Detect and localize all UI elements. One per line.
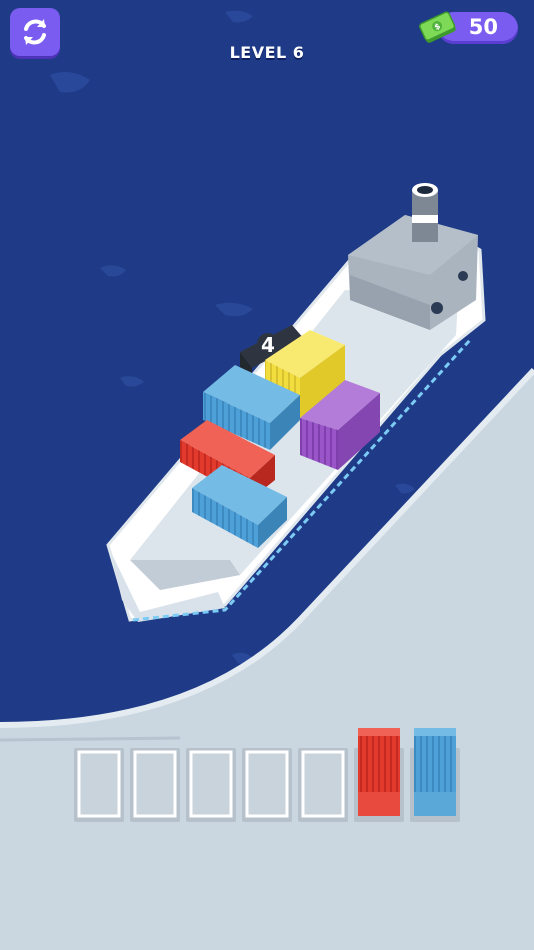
- dock-slot-7[interactable]: [410, 728, 460, 822]
- dock-slot-6[interactable]: [354, 728, 404, 822]
- dock-slot-2[interactable]: [130, 748, 180, 822]
- dock-slot-1[interactable]: [74, 748, 124, 822]
- dock-slot-4[interactable]: [242, 748, 292, 822]
- game-scene: 4: [0, 0, 534, 950]
- cash-money-icon: $: [419, 11, 456, 43]
- dock-slot-5[interactable]: [298, 748, 348, 822]
- dock-container-blue: [414, 728, 456, 816]
- dock-slot-3[interactable]: [186, 748, 236, 822]
- stack-count-label: 4: [261, 333, 275, 357]
- cash-amount: 50: [468, 15, 498, 39]
- dock-container-red: [358, 728, 400, 816]
